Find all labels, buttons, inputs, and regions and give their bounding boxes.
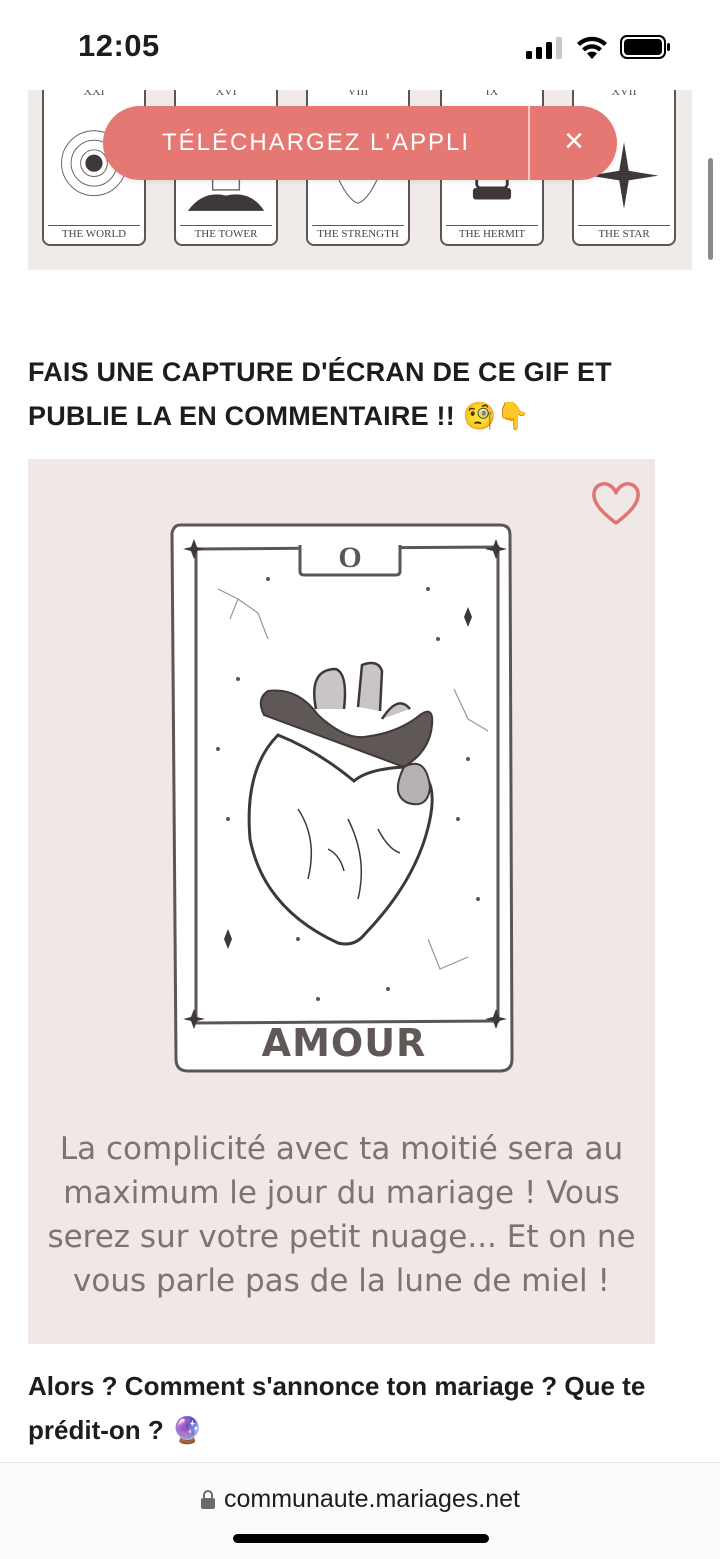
status-time: 12:05 xyxy=(78,28,160,63)
card-title: AMOUR xyxy=(261,1021,427,1065)
post-question: Alors ? Comment s'annonce ton mariage ? … xyxy=(28,1364,692,1452)
post-question-text: Alors ? Comment s'annonce ton mariage ? … xyxy=(28,1371,646,1445)
banner-divider xyxy=(528,106,530,180)
browser-bottom-bar: communaute.mariages.net xyxy=(0,1462,720,1559)
status-bar: 12:05 xyxy=(0,0,720,90)
card-number: O xyxy=(338,541,361,574)
url-text: communaute.mariages.net xyxy=(224,1485,520,1513)
card-name: THE HERMIT xyxy=(446,225,538,240)
crystal-ball-emoji: 🔮 xyxy=(171,1415,204,1445)
heading-emoji: 🧐👇 xyxy=(462,401,531,431)
lock-icon xyxy=(201,1490,215,1509)
wifi-icon xyxy=(577,36,607,59)
heart-icon xyxy=(592,482,640,525)
card-name: THE STAR xyxy=(578,225,670,240)
download-app-banner: TÉLÉCHARGEZ L'APPLI × xyxy=(103,106,617,180)
address-bar[interactable]: communaute.mariages.net xyxy=(0,1485,720,1514)
battery-icon xyxy=(620,35,670,59)
tarot-card-illustration: O xyxy=(170,523,514,1073)
home-indicator[interactable] xyxy=(233,1534,489,1543)
card-description: La complicité avec ta moitié sera au max… xyxy=(47,1131,636,1299)
post-heading: FAIS UNE CAPTURE D'ÉCRAN DE CE GIF ET PU… xyxy=(28,350,678,438)
cellular-signal-icon xyxy=(526,37,562,59)
close-banner-button[interactable]: × xyxy=(531,106,617,180)
card-name: THE STRENGTH xyxy=(312,225,404,240)
page-scrollbar[interactable] xyxy=(708,158,713,260)
tarot-gif: O AMOUR La complicité avec ta moitié ser… xyxy=(28,459,655,1344)
card-name: THE TOWER xyxy=(180,225,272,240)
download-app-button[interactable]: TÉLÉCHARGEZ L'APPLI xyxy=(103,106,529,180)
card-name: THE WORLD xyxy=(48,225,140,240)
